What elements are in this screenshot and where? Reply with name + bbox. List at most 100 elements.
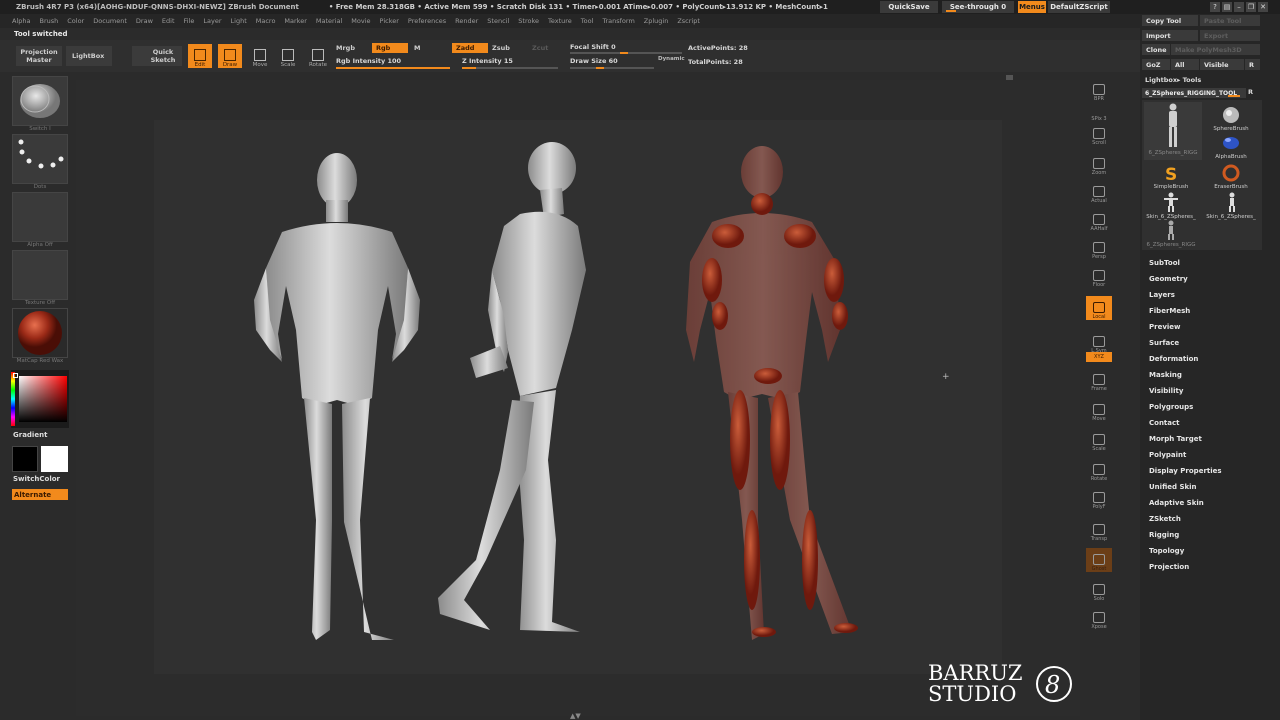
subpalette-geometry[interactable]: Geometry <box>1149 275 1188 283</box>
menus-toggle[interactable]: Menus <box>1018 1 1046 13</box>
subpalette-polygroups[interactable]: Polygroups <box>1149 403 1193 411</box>
lightbox-button[interactable]: LightBox <box>66 46 112 66</box>
primary-color-swatch[interactable] <box>12 446 38 472</box>
focal-shift-slider[interactable] <box>570 52 682 54</box>
polyf-button[interactable]: PolyF <box>1086 486 1112 510</box>
make-polymesh-button[interactable]: Make PolyMesh3D <box>1171 44 1260 55</box>
restore-icon[interactable]: ❐ <box>1246 2 1256 12</box>
menu-color[interactable]: Color <box>67 17 84 25</box>
menu-file[interactable]: File <box>184 17 195 25</box>
lsym-button[interactable]: L.Sym <box>1086 330 1112 354</box>
zadd-toggle[interactable]: Zadd <box>452 43 488 53</box>
scale-mode-button[interactable]: Scale <box>276 44 300 68</box>
menu-light[interactable]: Light <box>231 17 247 25</box>
goz-visible-button[interactable]: Visible <box>1200 59 1244 70</box>
transp-button[interactable]: Transp <box>1086 518 1112 542</box>
brush-thumbnail[interactable] <box>12 76 68 126</box>
menu-marker[interactable]: Marker <box>284 17 306 25</box>
local-button[interactable]: Local <box>1086 296 1112 320</box>
tool-sphere-brush[interactable]: SphereBrush <box>1202 106 1260 132</box>
tool-rigging-figure[interactable]: 6_ZSpheres_RIGG <box>1144 102 1202 160</box>
menu-preferences[interactable]: Preferences <box>408 17 446 25</box>
move-button[interactable]: Move <box>1086 398 1112 422</box>
hue-strip[interactable] <box>11 372 15 426</box>
gradient-toggle[interactable]: Gradient <box>13 431 47 439</box>
subpalette-deformation[interactable]: Deformation <box>1149 355 1198 363</box>
subpalette-adaptive-skin[interactable]: Adaptive Skin <box>1149 499 1204 507</box>
subpalette-zsketch[interactable]: ZSketch <box>1149 515 1181 523</box>
goz-button[interactable]: GoZ <box>1142 59 1170 70</box>
minimize-icon[interactable]: – <box>1234 2 1244 12</box>
projection-master-button[interactable]: Projection Master <box>16 46 62 66</box>
goz-r-button[interactable]: R <box>1245 59 1260 70</box>
zcut-toggle[interactable]: Zcut <box>528 43 552 53</box>
alternate-toggle[interactable]: Alternate <box>12 489 68 500</box>
actual-button[interactable]: Actual <box>1086 180 1112 204</box>
default-zscript-button[interactable]: DefaultZScript <box>1048 1 1110 13</box>
rgb-intensity-slider[interactable] <box>336 67 450 69</box>
goz-all-button[interactable]: All <box>1171 59 1199 70</box>
subpalette-masking[interactable]: Masking <box>1149 371 1182 379</box>
subpalette-visibility[interactable]: Visibility <box>1149 387 1183 395</box>
subpalette-layers[interactable]: Layers <box>1149 291 1175 299</box>
menu-draw[interactable]: Draw <box>136 17 153 25</box>
menu-zplugin[interactable]: Zplugin <box>644 17 669 25</box>
paste-tool-button[interactable]: Paste Tool <box>1200 15 1260 26</box>
zsub-toggle[interactable]: Zsub <box>488 43 514 53</box>
rotate-mode-button[interactable]: Rotate <box>306 44 330 68</box>
menu-document[interactable]: Document <box>93 17 127 25</box>
dynamic-toggle[interactable]: Dynamic <box>658 56 685 62</box>
color-picker[interactable] <box>11 370 69 428</box>
aahalf-button[interactable]: AAHalf <box>1086 208 1112 232</box>
z-intensity-slider[interactable] <box>462 67 558 69</box>
rotate-button[interactable]: Rotate <box>1086 458 1112 482</box>
menu-picker[interactable]: Picker <box>380 17 399 25</box>
menu-stroke[interactable]: Stroke <box>518 17 539 25</box>
tool-skin-a[interactable]: Skin_6_ZSpheres_ <box>1142 192 1200 220</box>
menu-tool[interactable]: Tool <box>581 17 594 25</box>
subpalette-fibermesh[interactable]: FiberMesh <box>1149 307 1190 315</box>
lightbox-tools-button[interactable]: Lightbox▸ Tools <box>1145 76 1201 84</box>
menu-alpha[interactable]: Alpha <box>12 17 30 25</box>
xyz-button[interactable]: XYZ <box>1086 352 1112 362</box>
menu-material[interactable]: Material <box>316 17 342 25</box>
bottom-tray-handle-icon[interactable]: ▲▼ <box>570 712 581 720</box>
export-button[interactable]: Export <box>1200 30 1260 41</box>
subpalette-rigging[interactable]: Rigging <box>1149 531 1179 539</box>
alpha-thumbnail[interactable] <box>12 192 68 242</box>
m-toggle[interactable]: M <box>410 43 424 53</box>
rgb-toggle[interactable]: Rgb <box>372 43 408 53</box>
close-icon[interactable]: ✕ <box>1258 2 1268 12</box>
menu-macro[interactable]: Macro <box>256 17 276 25</box>
secondary-color-swatch[interactable] <box>41 446 68 472</box>
subpalette-preview[interactable]: Preview <box>1149 323 1181 331</box>
subpalette-topology[interactable]: Topology <box>1149 547 1184 555</box>
copy-tool-button[interactable]: Copy Tool <box>1142 15 1198 26</box>
edit-mode-button[interactable]: Edit <box>188 44 212 68</box>
scroll-button[interactable]: Scroll <box>1086 122 1112 146</box>
current-tool-slider[interactable]: 6_ZSpheres_RIGGING_TOOL <box>1142 88 1246 98</box>
xpose-button[interactable]: Xpose <box>1086 606 1112 630</box>
layout-icon[interactable]: ▤ <box>1222 2 1232 12</box>
clone-button[interactable]: Clone <box>1142 44 1170 55</box>
solo-button[interactable]: Solo <box>1086 578 1112 602</box>
current-tool-r-button[interactable]: R <box>1248 88 1253 96</box>
switch-color-button[interactable]: SwitchColor <box>13 475 60 483</box>
subpalette-contact[interactable]: Contact <box>1149 419 1180 427</box>
help-icon[interactable]: ? <box>1210 2 1220 12</box>
draw-size-slider[interactable] <box>570 67 654 69</box>
tool-simple-brush[interactable]: S SimpleBrush <box>1142 164 1200 190</box>
menu-layer[interactable]: Layer <box>203 17 221 25</box>
tool-zspheres-rig[interactable]: 6_ZSpheres_RIGG <box>1142 220 1200 248</box>
ghost-button[interactable]: Ghost <box>1086 548 1112 572</box>
subpalette-display-properties[interactable]: Display Properties <box>1149 467 1222 475</box>
floor-button[interactable]: Floor <box>1086 264 1112 288</box>
menu-transform[interactable]: Transform <box>602 17 634 25</box>
subpalette-polypaint[interactable]: Polypaint <box>1149 451 1186 459</box>
import-button[interactable]: Import <box>1142 30 1198 41</box>
frame-button[interactable]: Frame <box>1086 368 1112 392</box>
tool-eraser-brush[interactable]: EraserBrush <box>1202 164 1260 190</box>
quick-sketch-button[interactable]: Quick Sketch <box>132 46 182 66</box>
tool-skin-b[interactable]: Skin_6_ZSpheres_ <box>1202 192 1260 220</box>
persp-button[interactable]: Persp <box>1086 236 1112 260</box>
